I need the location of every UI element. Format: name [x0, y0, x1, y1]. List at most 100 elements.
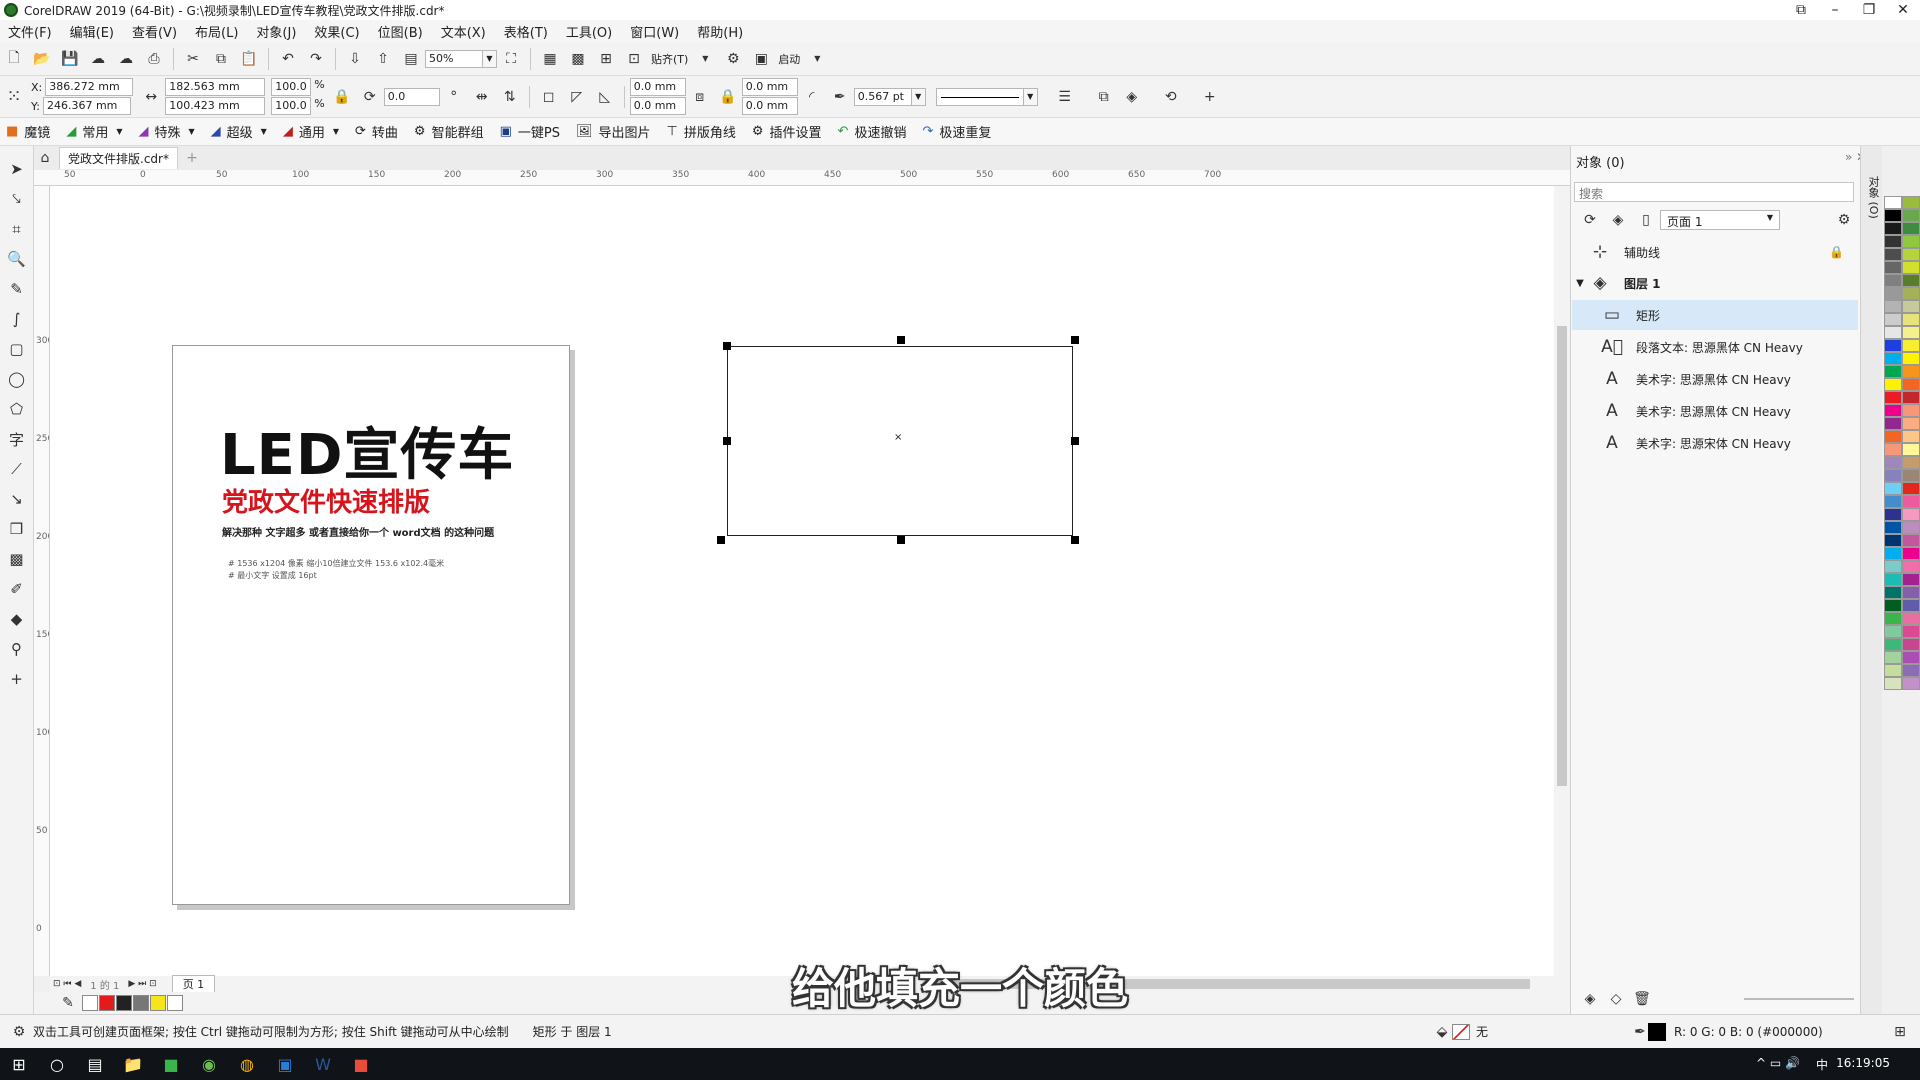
crop-tool-icon[interactable]: ⌗: [5, 217, 29, 241]
corner-top-left-field[interactable]: 0.0 mm: [629, 78, 686, 96]
lock-corners-icon[interactable]: 🔒: [717, 86, 739, 108]
menu-help[interactable]: 帮助(H): [697, 22, 743, 41]
page-heading-text[interactable]: LED宣传车: [220, 410, 514, 491]
width-field[interactable]: 182.563 mm: [165, 78, 266, 96]
tray-icons[interactable]: ^ ▭ 🔊: [1756, 1056, 1800, 1070]
object-row-artistic-text[interactable]: A 美术字: 思源宋体 CN Heavy: [1572, 428, 1858, 458]
drop-shadow-icon[interactable]: ❒: [5, 517, 29, 541]
plugin-common[interactable]: ◢ 常用 ▼: [66, 122, 122, 141]
collapse-triangle-icon[interactable]: ▼: [1572, 278, 1588, 289]
menu-text[interactable]: 文本(X): [441, 22, 486, 41]
plugin-mojing[interactable]: ■ 魔镜: [6, 122, 50, 141]
menu-layout[interactable]: 布局(L): [195, 22, 238, 41]
chevron-down-icon[interactable]: ▼: [483, 49, 497, 68]
plugin-crop-marks[interactable]: ⊤ 拼版角线: [667, 122, 736, 141]
corner-top-right-field[interactable]: 0.0 mm: [741, 78, 798, 96]
chevron-down-icon[interactable]: ▼: [911, 87, 926, 106]
scroll-thumb[interactable]: [1557, 326, 1567, 786]
page-icon[interactable]: ▯: [1635, 209, 1657, 231]
snap-to-button[interactable]: 贴齐(T): [651, 51, 688, 67]
resize-handle-right[interactable]: [1071, 437, 1079, 445]
object-row-artistic-text[interactable]: A 美术字: 思源黑体 CN Heavy: [1572, 396, 1858, 426]
plugin-general[interactable]: ◢ 通用 ▼: [283, 122, 339, 141]
cloud-upload-icon[interactable]: ☁: [115, 48, 137, 70]
ellipse-tool-icon[interactable]: ◯: [5, 367, 29, 391]
resize-handle-bottom-right[interactable]: [1071, 536, 1079, 544]
plugin-settings[interactable]: ⚙ 插件设置: [752, 122, 822, 141]
cloud-download-icon[interactable]: ☁: [87, 48, 109, 70]
chevron-down-icon[interactable]: ▼: [1023, 87, 1038, 106]
file-explorer-icon[interactable]: 📁: [119, 1050, 147, 1078]
resize-handle-bottom[interactable]: [897, 536, 905, 544]
page-subtitle-text[interactable]: 党政文件快速排版: [222, 482, 430, 519]
open-folder-icon[interactable]: 📂: [31, 48, 53, 70]
red-app-icon[interactable]: ■: [347, 1050, 375, 1078]
search-icon[interactable]: ○: [43, 1050, 71, 1078]
menu-window[interactable]: 窗口(W): [630, 22, 679, 41]
rotation-field[interactable]: 0.0: [383, 87, 440, 106]
vertical-ruler[interactable]: 300 250 200 150 100 50 0: [34, 186, 50, 976]
lock-icon[interactable]: 🔒: [1829, 245, 1844, 259]
artistic-media-icon[interactable]: ∫: [5, 307, 29, 331]
center-marker-icon[interactable]: ×: [894, 432, 902, 443]
chevron-down-icon[interactable]: ▼: [806, 48, 828, 70]
grid-icon[interactable]: ▩: [567, 48, 589, 70]
height-field[interactable]: 100.423 mm: [165, 97, 266, 115]
camtasia-icon[interactable]: ■: [157, 1050, 185, 1078]
docker-gear-icon[interactable]: ⚙: [1833, 209, 1855, 231]
resize-handle-bottom-left[interactable]: [717, 536, 725, 544]
launch-icon[interactable]: ▣: [750, 48, 772, 70]
line-style-preview[interactable]: [935, 87, 1024, 106]
shape-tool-icon[interactable]: ⤥: [5, 187, 29, 211]
object-row-layer[interactable]: ▼ ◈ 图层 1: [1572, 268, 1858, 298]
word-icon[interactable]: W: [309, 1050, 337, 1078]
full-screen-icon[interactable]: ⛶: [500, 48, 522, 70]
wrap-text-icon[interactable]: ☰: [1054, 86, 1076, 108]
color-palette[interactable]: [1884, 196, 1920, 982]
object-origin-icon[interactable]: ⁙: [3, 86, 25, 108]
page-note-text[interactable]: # 1536 x1204 像素 缩小10倍建立文件 153.6 x102.4毫米: [228, 558, 444, 569]
chevron-down-icon[interactable]: ▼: [694, 48, 716, 70]
delete-trash-icon[interactable]: 🗑: [1631, 988, 1653, 1010]
mirror-vertical-icon[interactable]: ⇅: [499, 86, 521, 108]
object-row-guides[interactable]: ⊹ 辅助线 🔒: [1572, 237, 1858, 267]
scalloped-corner-icon[interactable]: ◸: [566, 86, 588, 108]
app-window-icon[interactable]: ▣: [271, 1050, 299, 1078]
menu-tools[interactable]: 工具(O): [566, 22, 612, 41]
line-style-select[interactable]: ▼: [935, 87, 1038, 106]
restore-icon[interactable]: ⧉: [1784, 0, 1818, 20]
corner-link-icon[interactable]: ⧈: [689, 86, 711, 108]
options-gear-icon[interactable]: ⚙: [722, 48, 744, 70]
eyedropper-icon[interactable]: ✐: [5, 577, 29, 601]
corner-bottom-left-field[interactable]: 0.0 mm: [629, 97, 686, 115]
pdf-icon[interactable]: ▤: [400, 48, 422, 70]
guidelines-icon[interactable]: ⊞: [595, 48, 617, 70]
import-icon[interactable]: ⇩: [344, 48, 366, 70]
task-view-icon[interactable]: ▤: [81, 1050, 109, 1078]
layers-icon[interactable]: ◈: [1607, 209, 1629, 231]
plugin-smart-group[interactable]: ⚙ 智能群组: [414, 122, 484, 141]
outline-width-value[interactable]: 0.567 pt: [853, 87, 912, 106]
round-corner-icon[interactable]: ◻: [538, 86, 560, 108]
corner-bottom-right-field[interactable]: 0.0 mm: [741, 97, 798, 115]
add-icon[interactable]: +: [1199, 86, 1221, 108]
page-note-text[interactable]: # 最小文字 设置成 16pt: [228, 570, 317, 581]
scale-height-field[interactable]: 100.0: [271, 97, 312, 115]
plugin-super[interactable]: ◢ 超级 ▼: [211, 122, 267, 141]
chamfer-corner-icon[interactable]: ◺: [594, 86, 616, 108]
plugin-to-curve[interactable]: ⟳ 转曲: [355, 122, 398, 141]
redo-icon[interactable]: ↷: [305, 48, 327, 70]
home-icon[interactable]: ⌂: [34, 147, 56, 169]
close-button[interactable]: ✕: [1886, 0, 1920, 20]
coreldraw-taskbar-icon[interactable]: ◉: [195, 1050, 223, 1078]
print-icon[interactable]: ⎙: [143, 48, 165, 70]
zoom-select[interactable]: 50% ▼: [425, 49, 497, 68]
copy-icon[interactable]: ⧉: [210, 48, 232, 70]
menu-effects[interactable]: 效果(C): [314, 22, 359, 41]
polygon-tool-icon[interactable]: ⬠: [5, 397, 29, 421]
new-document-icon[interactable]: 🗋: [3, 48, 25, 70]
system-clock[interactable]: 16:19:05: [1836, 1056, 1890, 1070]
rectangle-tool-icon[interactable]: ▢: [5, 337, 29, 361]
ime-indicator[interactable]: 中: [1816, 1056, 1828, 1073]
save-icon[interactable]: 💾: [59, 48, 81, 70]
